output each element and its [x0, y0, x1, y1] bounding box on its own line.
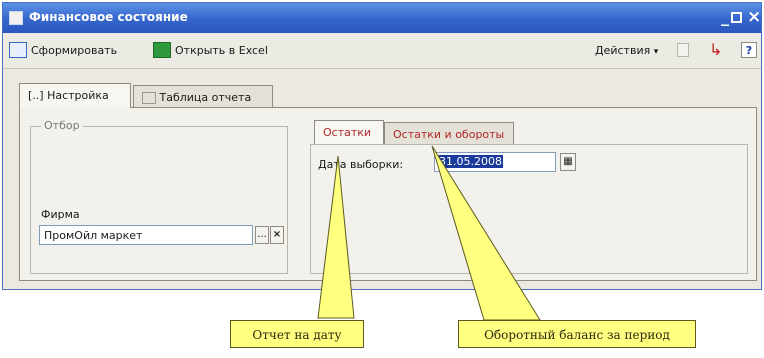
callout-report-on-date: Отчет на дату [230, 320, 364, 348]
callout-turnover-balance: Оборотный баланс за период [458, 320, 696, 348]
callout-right-pointer [431, 145, 541, 321]
callout-arrows [317, 145, 541, 321]
tab-settings[interactable]: [..] Настройка [19, 83, 131, 108]
settings-tab-icon: [..] [28, 89, 44, 102]
tab-settings-label: Настройка [47, 89, 109, 102]
callout-left-pointer [317, 155, 355, 319]
